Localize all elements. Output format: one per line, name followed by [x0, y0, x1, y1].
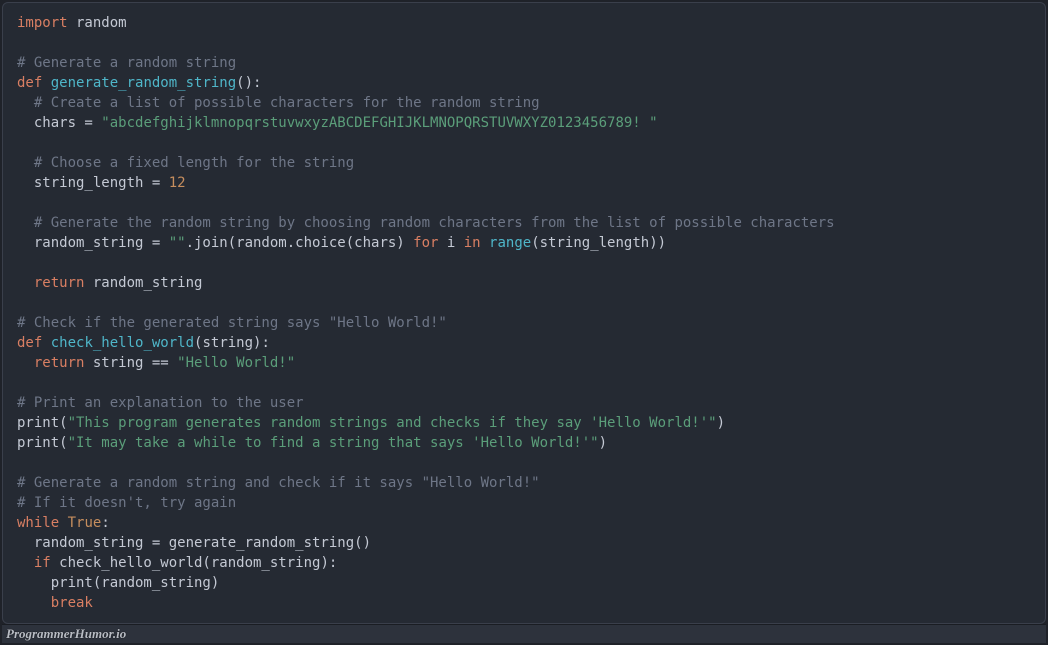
kw-in: in	[464, 235, 481, 251]
space	[481, 235, 489, 251]
comment: # Check if the generated string says "He…	[17, 315, 447, 331]
app-frame: import random # Generate a random string…	[0, 0, 1048, 645]
tok-parens: ():	[236, 75, 261, 91]
str-hello-world: "Hello World!"	[177, 355, 295, 371]
tok-return-val: random_string	[84, 275, 202, 291]
str-explain-1: "This program generates random strings a…	[68, 415, 717, 431]
str-explain-2: "It may take a while to find a string th…	[68, 435, 599, 451]
space	[42, 75, 50, 91]
kw-while: while	[17, 515, 59, 531]
comment: # Generate a random string	[17, 55, 236, 71]
comment: # Choose a fixed length for the string	[17, 155, 354, 171]
str-empty: ""	[169, 235, 186, 251]
tok-chars-assign: chars =	[17, 115, 101, 131]
tok-eq: string ==	[84, 355, 177, 371]
fn-check-hello-world: check_hello_world	[51, 335, 194, 351]
tok-close: )	[717, 415, 725, 431]
kw-import: import	[17, 15, 68, 31]
indent	[17, 555, 34, 571]
indent	[17, 595, 51, 611]
kw-for: for	[413, 235, 438, 251]
tok-if-cond: check_hello_world(random_string):	[51, 555, 338, 571]
tok-rs-assign: random_string =	[17, 235, 169, 251]
comment: # If it doesn't, try again	[17, 495, 236, 511]
watermark-text: ProgrammerHumor.io	[6, 626, 126, 642]
tok-loop-assign: random_string = generate_random_string()	[17, 535, 371, 551]
tok-random: random	[68, 15, 127, 31]
space	[42, 335, 50, 351]
indent	[17, 275, 34, 291]
code-panel: import random # Generate a random string…	[2, 2, 1046, 624]
kw-def: def	[17, 75, 42, 91]
tok-parens: (string):	[194, 335, 270, 351]
space	[59, 515, 67, 531]
kw-return: return	[34, 275, 85, 291]
indent	[17, 355, 34, 371]
kw-def: def	[17, 335, 42, 351]
comment: # Print an explanation to the user	[17, 395, 304, 411]
kw-if: if	[34, 555, 51, 571]
tok-print: print(	[17, 415, 68, 431]
footer-bar: ProgrammerHumor.io	[2, 624, 1046, 643]
bool-true: True	[68, 515, 102, 531]
tok-join: .join(random.choice(chars)	[186, 235, 414, 251]
kw-return: return	[34, 355, 85, 371]
num-12: 12	[169, 175, 186, 191]
kw-break: break	[51, 595, 93, 611]
tok-i: i	[438, 235, 463, 251]
comment: # Generate the random string by choosing…	[17, 215, 835, 231]
tok-print-result: print(random_string)	[17, 575, 219, 591]
str-charset: "abcdefghijklmnopqrstuvwxyzABCDEFGHIJKLM…	[101, 115, 657, 131]
tok-length-assign: string_length =	[17, 175, 169, 191]
tok-print: print(	[17, 435, 68, 451]
tok-range-args: (string_length))	[531, 235, 666, 251]
tok-close: )	[599, 435, 607, 451]
comment: # Create a list of possible characters f…	[17, 95, 540, 111]
comment: # Generate a random string and check if …	[17, 475, 540, 491]
fn-range: range	[489, 235, 531, 251]
fn-generate-random-string: generate_random_string	[51, 75, 236, 91]
tok-colon: :	[101, 515, 109, 531]
